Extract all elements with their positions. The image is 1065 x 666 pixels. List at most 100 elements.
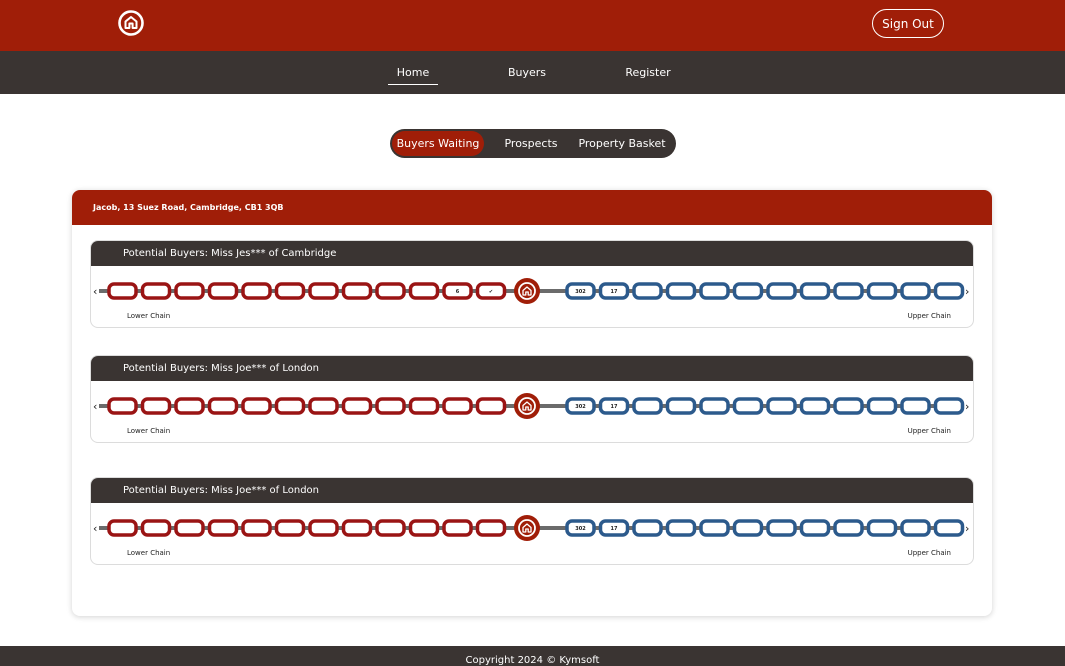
scroll-left-icon[interactable]: ‹: [93, 400, 97, 413]
lower-chain-link[interactable]: [274, 397, 306, 415]
scroll-right-icon[interactable]: ›: [965, 285, 969, 298]
upper-chain-link[interactable]: [900, 397, 931, 415]
lower-chain-link[interactable]: [475, 519, 507, 537]
lower-chain-link[interactable]: [475, 397, 507, 415]
lower-chain-link[interactable]: [174, 282, 205, 300]
upper-chain-link[interactable]: [799, 397, 831, 415]
lower-chain-link[interactable]: [274, 519, 306, 537]
upper-chain-link[interactable]: [699, 519, 730, 537]
scroll-left-icon[interactable]: ‹: [93, 522, 97, 535]
lower-chain-link[interactable]: [107, 282, 138, 300]
upper-chain-link[interactable]: [799, 282, 831, 300]
tab-buyers-waiting[interactable]: Buyers Waiting: [392, 131, 484, 156]
scroll-right-icon[interactable]: ›: [965, 522, 969, 535]
tab-property-basket[interactable]: Property Basket: [576, 131, 668, 156]
lower-chain-link[interactable]: [308, 397, 339, 415]
nav-register[interactable]: Register: [620, 51, 676, 94]
upper-chain-link[interactable]: [732, 519, 764, 537]
upper-chain-link[interactable]: [833, 282, 864, 300]
lower-chain-link[interactable]: [408, 519, 440, 537]
lower-chain-link[interactable]: [375, 519, 406, 537]
chain-graphic[interactable]: ‹ › 302 17: [91, 512, 974, 544]
lower-chain-link[interactable]: [241, 519, 272, 537]
lower-chain-link[interactable]: [241, 397, 272, 415]
chain-graphic[interactable]: ‹ › 302 17: [91, 390, 974, 422]
upper-chain-link[interactable]: [833, 397, 864, 415]
upper-chain-link[interactable]: [799, 519, 831, 537]
upper-chain-link[interactable]: [699, 282, 730, 300]
top-bar: Sign Out: [0, 0, 1065, 51]
upper-chain-link[interactable]: [933, 519, 965, 537]
sign-out-button[interactable]: Sign Out: [872, 9, 944, 38]
upper-chain-link[interactable]: 17: [598, 519, 630, 537]
lower-chain-link[interactable]: [107, 519, 138, 537]
lower-chain-link[interactable]: [241, 282, 272, 300]
lower-chain-link[interactable]: [341, 282, 373, 300]
upper-chain-link[interactable]: [900, 519, 931, 537]
upper-chain-link[interactable]: [933, 282, 965, 300]
upper-chain-link[interactable]: 302: [565, 282, 596, 300]
nav-buyers[interactable]: Buyers: [502, 51, 552, 94]
link-label: ✔: [489, 289, 493, 295]
lower-chain-link[interactable]: [140, 282, 172, 300]
scroll-right-icon[interactable]: ›: [965, 400, 969, 413]
upper-chain-link[interactable]: [665, 519, 697, 537]
property-title: Jacob, 13 Suez Road, Cambridge, CB1 3QB: [72, 190, 992, 225]
upper-chain-link[interactable]: [866, 282, 898, 300]
tab-prospects[interactable]: Prospects: [500, 131, 562, 156]
upper-chain-link[interactable]: [766, 282, 797, 300]
lower-chain-link[interactable]: [408, 397, 440, 415]
upper-chain-link[interactable]: 302: [565, 397, 596, 415]
upper-chain-link[interactable]: [866, 397, 898, 415]
lower-chain-link[interactable]: [140, 397, 172, 415]
link-label: 17: [611, 289, 618, 295]
lower-chain-link[interactable]: [207, 397, 239, 415]
lower-chain-link[interactable]: [442, 519, 473, 537]
upper-chain-link[interactable]: [900, 282, 931, 300]
buyer-row[interactable]: Potential Buyers: Miss Joe*** of London …: [90, 355, 974, 443]
upper-chain-link[interactable]: 17: [598, 282, 630, 300]
lower-chain-link[interactable]: [308, 519, 339, 537]
upper-chain-link[interactable]: [866, 519, 898, 537]
lower-chain-link[interactable]: 6: [442, 282, 473, 300]
upper-chain-link[interactable]: [766, 397, 797, 415]
upper-chain-link[interactable]: [933, 397, 965, 415]
upper-chain-link[interactable]: 302: [565, 519, 596, 537]
buyer-row[interactable]: Potential Buyers: Miss Joe*** of London …: [90, 477, 974, 565]
lower-chain-link[interactable]: [274, 282, 306, 300]
upper-chain-link[interactable]: [632, 397, 663, 415]
lower-chain-link[interactable]: [207, 519, 239, 537]
upper-chain-link[interactable]: [833, 519, 864, 537]
upper-chain-link[interactable]: [732, 282, 764, 300]
property-hub-icon[interactable]: [514, 515, 540, 541]
upper-chain-link[interactable]: [632, 282, 663, 300]
scroll-left-icon[interactable]: ‹: [93, 285, 97, 298]
lower-chain-link[interactable]: [408, 282, 440, 300]
lower-chain-link[interactable]: [107, 397, 138, 415]
lower-chain-link[interactable]: [174, 519, 205, 537]
lower-chain-link[interactable]: [375, 397, 406, 415]
lower-chain-link[interactable]: [207, 282, 239, 300]
upper-chain-link[interactable]: [632, 519, 663, 537]
property-hub-icon[interactable]: [514, 393, 540, 419]
upper-chain-link[interactable]: [766, 519, 797, 537]
buyer-row[interactable]: Potential Buyers: Miss Jes*** of Cambrid…: [90, 240, 974, 328]
upper-chain-link[interactable]: [699, 397, 730, 415]
upper-chain-link[interactable]: [665, 282, 697, 300]
lower-chain-link[interactable]: ✔: [475, 282, 507, 300]
lower-chain-link[interactable]: [308, 282, 339, 300]
lower-chain-link[interactable]: [442, 397, 473, 415]
lower-chain-link[interactable]: [174, 397, 205, 415]
property-hub-icon[interactable]: [514, 278, 540, 304]
nav-home[interactable]: Home: [388, 51, 438, 94]
house-ring-icon[interactable]: [117, 9, 145, 37]
lower-chain-link[interactable]: [375, 282, 406, 300]
upper-chain-link[interactable]: [665, 397, 697, 415]
chain-graphic[interactable]: ‹ › 6 ✔ 302 17: [91, 275, 974, 307]
upper-chain-link[interactable]: 17: [598, 397, 630, 415]
lower-chain-link[interactable]: [140, 519, 172, 537]
lower-chain-link[interactable]: [341, 519, 373, 537]
lower-chain-link[interactable]: [341, 397, 373, 415]
upper-chain-link[interactable]: [732, 397, 764, 415]
main-nav: Home Buyers Register: [0, 51, 1065, 94]
